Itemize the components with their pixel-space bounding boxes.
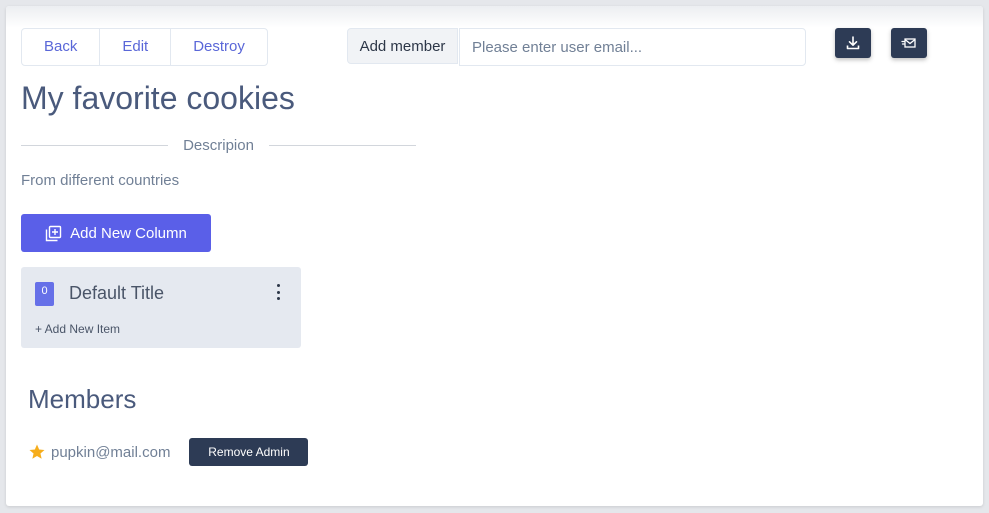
- column-item-count-badge: 0: [35, 282, 54, 306]
- description-label: Descripion: [183, 136, 254, 154]
- remove-admin-button[interactable]: Remove Admin: [189, 438, 309, 466]
- add-new-column-button[interactable]: Add New Column: [21, 214, 211, 252]
- board-description: From different countries: [21, 172, 180, 189]
- board-column: 0 Default Title + Add New Item: [21, 267, 301, 348]
- add-column-icon: [45, 225, 62, 241]
- member-email-input[interactable]: [459, 28, 806, 66]
- description-divider: Descripion: [21, 134, 416, 156]
- column-title[interactable]: Default Title: [69, 283, 164, 304]
- divider-line-right: [268, 144, 416, 146]
- top-fade: [6, 6, 983, 28]
- divider-line-left: [21, 144, 169, 146]
- star-icon: [29, 444, 45, 459]
- board-title: My favorite cookies: [21, 80, 295, 116]
- download-icon: [846, 36, 860, 50]
- edit-button[interactable]: Edit: [100, 29, 172, 65]
- add-new-item-button[interactable]: + Add New Item: [35, 322, 120, 336]
- add-new-column-label: Add New Column: [70, 224, 187, 242]
- board-card: Back Edit Destroy Add member My favorite…: [6, 6, 983, 506]
- action-button-group: Back Edit Destroy: [21, 28, 268, 66]
- member-list-item: pupkin@mail.com Remove Admin: [28, 438, 309, 466]
- member-email: pupkin@mail.com: [51, 443, 171, 461]
- members-heading: Members: [28, 384, 137, 414]
- download-button[interactable]: [835, 28, 871, 58]
- more-vertical-icon[interactable]: [273, 284, 283, 300]
- add-member-label: Add member: [347, 28, 458, 64]
- back-button[interactable]: Back: [22, 29, 101, 65]
- send-mail-button[interactable]: [891, 28, 927, 58]
- destroy-button[interactable]: Destroy: [171, 29, 267, 65]
- mail-send-icon: [901, 38, 916, 48]
